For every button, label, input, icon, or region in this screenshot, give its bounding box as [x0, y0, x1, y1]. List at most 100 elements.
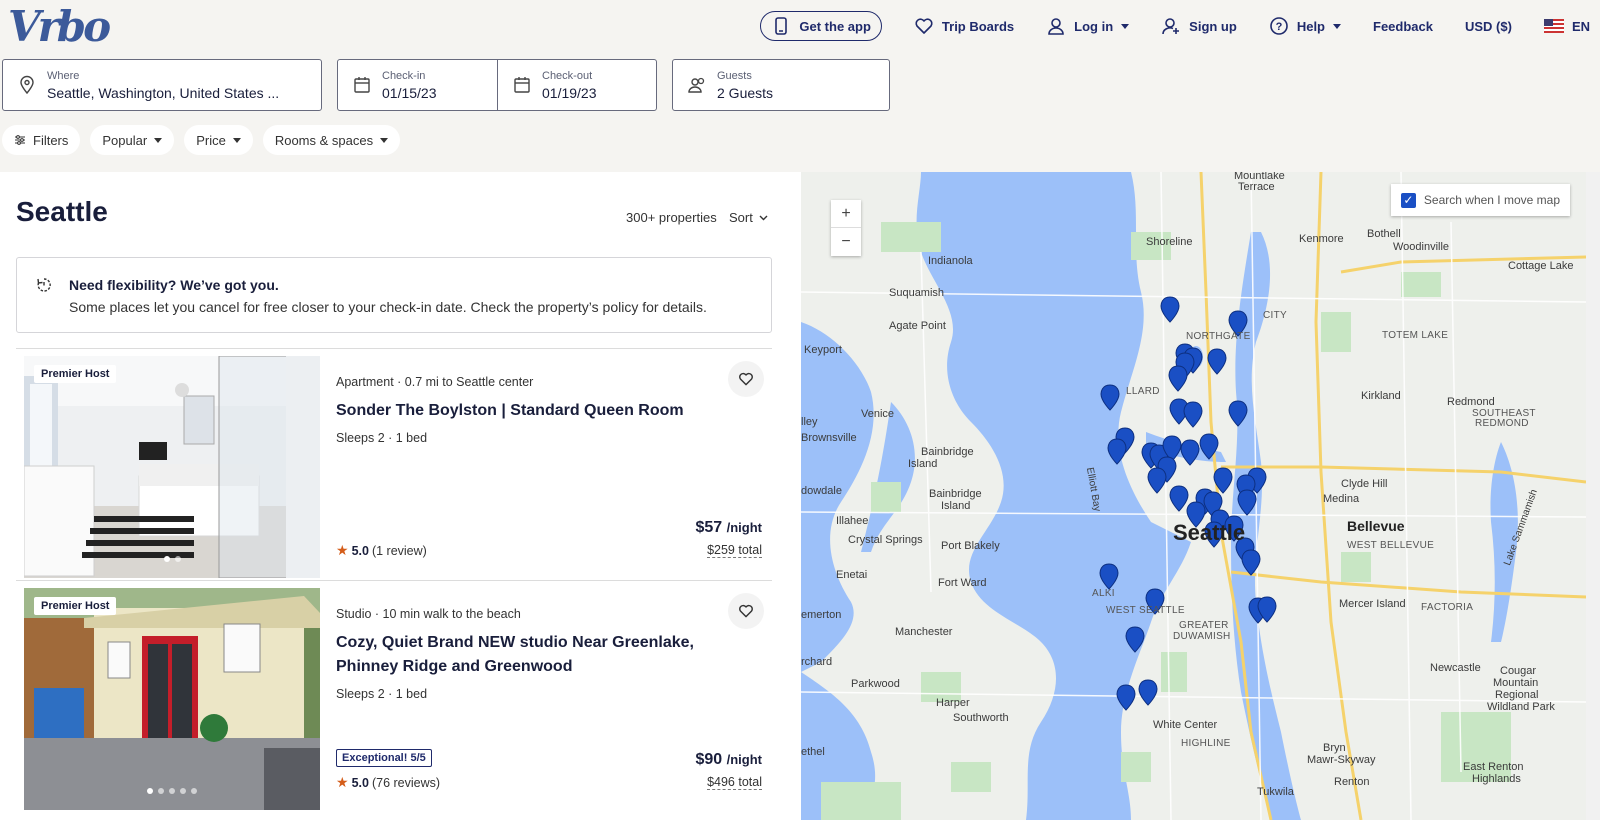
feedback-label: Feedback: [1373, 18, 1433, 34]
trip-boards-label: Trip Boards: [941, 18, 1015, 34]
per-night-label: /night: [726, 752, 762, 767]
listing-card[interactable]: Premier Host Studio · 10 min walk to the…: [16, 580, 772, 816]
checkout-field[interactable]: Check-out 01/19/23: [497, 59, 657, 111]
guests-label: Guests: [717, 70, 752, 82]
map-label: East Renton: [1463, 761, 1524, 773]
listing-meta: Apartment · 0.7 mi to Seattle center: [336, 375, 534, 389]
chevron-down-icon: [1333, 23, 1341, 29]
guests-icon: [688, 77, 705, 93]
listing-name[interactable]: Sonder The Boylston | Standard Queen Roo…: [336, 399, 696, 423]
map-label: dowdale: [801, 485, 842, 497]
guests-value: 2 Guests: [717, 85, 774, 101]
zoom-out-button[interactable]: −: [831, 228, 861, 256]
total-price[interactable]: $259 total: [707, 543, 762, 558]
zoom-in-button[interactable]: +: [831, 200, 861, 228]
map-label: Crystal Springs: [848, 534, 923, 546]
map-label: Island: [908, 458, 938, 470]
currency-label: USD ($): [1464, 18, 1512, 34]
language-selector[interactable]: EN: [1543, 18, 1590, 34]
results-count: 300+ properties: [626, 210, 717, 225]
popular-dropdown[interactable]: Popular: [90, 125, 175, 155]
review-count: (76 reviews): [371, 775, 441, 790]
help-icon: ?: [1270, 17, 1288, 35]
heart-icon: [739, 604, 753, 618]
language-label: EN: [1571, 18, 1590, 34]
total-price[interactable]: $496 total: [707, 775, 762, 790]
map-label: ethel: [801, 746, 825, 758]
price-dropdown[interactable]: Price: [184, 125, 253, 155]
map-label: Mercer Island: [1339, 598, 1406, 610]
add-user-icon: [1162, 18, 1180, 35]
sliders-icon: [15, 135, 25, 145]
map-label: Seattle: [1173, 520, 1246, 545]
checkout-value: 01/19/23: [542, 85, 597, 101]
where-label: Where: [47, 70, 80, 82]
map-label: Cottage Lake: [1508, 260, 1574, 272]
signup-link[interactable]: Sign up: [1161, 16, 1237, 36]
map-label: Newcastle: [1430, 662, 1481, 674]
listing-photo[interactable]: Premier Host: [24, 588, 320, 810]
map-label: Clyde Hill: [1341, 478, 1388, 490]
map-label: Manchester: [895, 626, 953, 638]
checkbox-checked-icon[interactable]: ✓: [1400, 192, 1416, 208]
listing-rating: ★ 5.0 (76 reviews): [336, 774, 440, 791]
map-label: Bainbridge: [921, 446, 974, 458]
vrbo-logo[interactable]: Vrbo: [8, 6, 111, 48]
help-menu[interactable]: ? Help: [1269, 16, 1341, 36]
save-button[interactable]: [728, 593, 764, 629]
get-app-button[interactable]: Get the app: [760, 11, 882, 41]
search-when-move-toggle[interactable]: ✓ Search when I move map: [1390, 184, 1570, 216]
trip-boards-link[interactable]: Trip Boards: [914, 16, 1014, 36]
login-menu[interactable]: Log in: [1046, 16, 1130, 36]
where-field[interactable]: Where Seattle, Washington, United States…: [2, 59, 322, 111]
guests-field[interactable]: Guests 2 Guests: [672, 59, 890, 111]
save-button[interactable]: [728, 361, 764, 397]
map-label: Suquamish: [889, 287, 945, 299]
currency-selector[interactable]: USD ($): [1465, 19, 1512, 34]
notice-title: Need flexibility? We’ve got you.: [69, 277, 279, 293]
map-label: DUWAMISH: [1173, 631, 1231, 642]
search-move-label: Search when I move map: [1423, 193, 1560, 207]
map-label: White Center: [1153, 719, 1218, 731]
heart-icon: [915, 18, 933, 34]
map-label: Tukwila: [1257, 786, 1294, 798]
listing-sleeps: Sleeps 2 · 1 bed: [336, 431, 428, 445]
sort-dropdown[interactable]: Sort: [729, 210, 768, 225]
map-label: Harper: [936, 697, 970, 709]
filters-label: Filters: [33, 132, 69, 148]
map-label: Brownsville: [801, 432, 857, 444]
map-label: Highlands: [1472, 773, 1521, 785]
checkout-label: Check-out: [542, 70, 593, 82]
map-label: CITY: [1263, 310, 1287, 321]
map-label: emerton: [801, 609, 842, 621]
filters-button[interactable]: Filters: [2, 125, 81, 155]
us-flag-icon: [1543, 19, 1564, 33]
map-label: Regional: [1495, 689, 1539, 701]
listing-sleeps: Sleeps 2 · 1 bed: [336, 687, 428, 701]
listing-meta: Studio · 10 min walk to the beach: [336, 607, 521, 621]
results-map[interactable]: + − ✓ Search when I move map Mountlake T…: [801, 172, 1586, 820]
checkin-field[interactable]: Check-in 01/15/23: [337, 59, 498, 111]
listing-card[interactable]: Premier Host Apartment · 0.7 mi to Seatt…: [16, 348, 772, 584]
photo-carousel-dots[interactable]: [24, 788, 320, 794]
feedback-link[interactable]: Feedback: [1373, 19, 1433, 34]
map-label: Cougar: [1500, 665, 1537, 677]
chevron-down-icon: [1121, 23, 1130, 29]
signup-label: Sign up: [1189, 18, 1237, 34]
map-label: Kirkland: [1361, 390, 1401, 402]
notice-body: Some places let you cancel for free clos…: [69, 299, 707, 315]
get-app-label: Get the app: [799, 18, 871, 34]
location-pin-icon: [20, 75, 34, 95]
map-label: WEST BELLEVUE: [1347, 540, 1435, 551]
heart-icon: [739, 372, 753, 386]
premier-host-badge: Premier Host: [34, 597, 117, 615]
listing-photo[interactable]: Premier Host: [24, 356, 320, 578]
page-scrollbar[interactable]: [1586, 172, 1600, 820]
listing-name[interactable]: Cozy, Quiet Brand NEW studio Near Greenl…: [336, 631, 696, 679]
photo-carousel-dots[interactable]: [24, 556, 320, 562]
where-value: Seattle, Washington, United States ...: [47, 85, 280, 101]
map-label: REDMOND: [1475, 418, 1529, 429]
rooms-dropdown[interactable]: Rooms & spaces: [262, 125, 401, 155]
star-icon: ★: [336, 774, 349, 790]
phone-icon: [775, 17, 788, 35]
